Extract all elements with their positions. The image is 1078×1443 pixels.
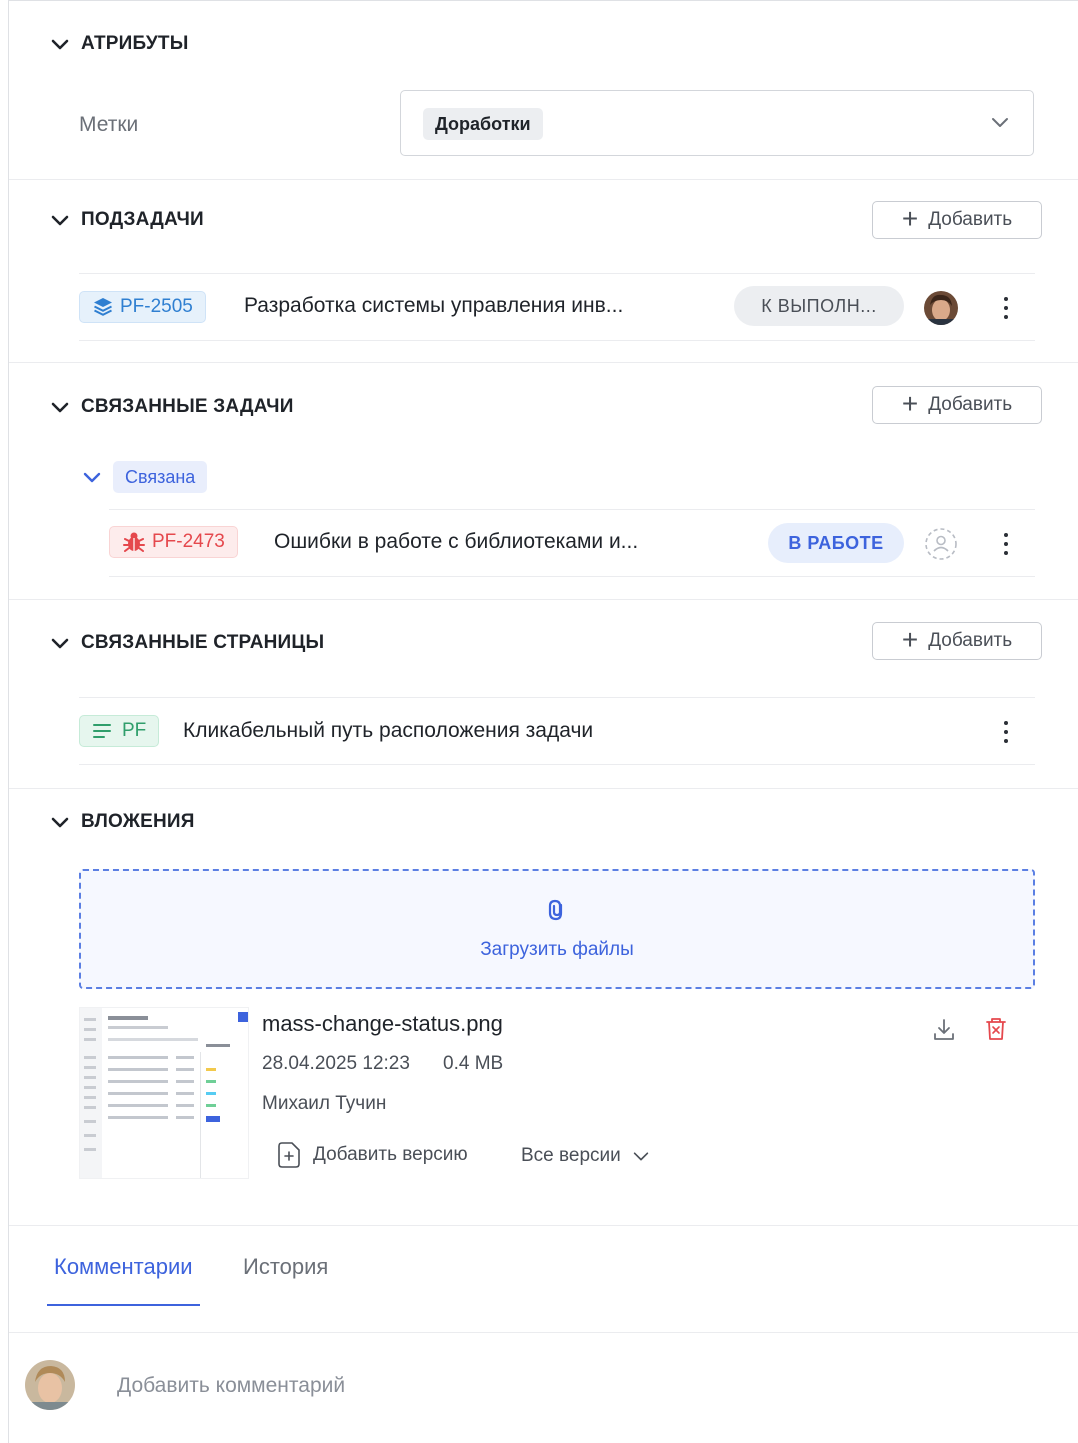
chevron-down-icon (83, 472, 101, 483)
status-badge[interactable]: В РАБОТЕ (768, 523, 904, 563)
add-button-label: Добавить (928, 394, 1013, 415)
linked-tasks-section: СВЯЗАННЫЕ ЗАДАЧИ + Добавить Связана PF-2… (9, 363, 1078, 600)
subtasks-section: ПОДЗАДАЧИ + Добавить PF-2505 Разработка … (9, 180, 1078, 363)
linked-page-row[interactable]: PF Кликабельный путь расположения задачи (79, 697, 1035, 765)
linked-tasks-header[interactable]: СВЯЗАННЫЕ ЗАДАЧИ (49, 396, 294, 418)
add-linked-page-button[interactable]: + Добавить (872, 622, 1042, 660)
add-button-label: Добавить (928, 209, 1013, 230)
layers-icon (94, 298, 112, 316)
attributes-section: АТРИБУТЫ Метки Доработки (9, 1, 1078, 180)
link-type-badge: Связана (113, 461, 208, 493)
linked-page-title[interactable]: Кликабельный путь расположения задачи (183, 719, 593, 743)
subtask-row[interactable]: PF-2505 Разработка системы управления ин… (79, 273, 1035, 341)
attachments-section: ВЛОЖЕНИЯ Загрузить файлы mass-change-sta… (9, 789, 1078, 1226)
file-plus-icon (278, 1142, 300, 1168)
file-thumbnail[interactable] (79, 1007, 249, 1179)
current-user-avatar (25, 1360, 75, 1410)
subtask-title[interactable]: Разработка системы управления инв... (244, 294, 623, 318)
add-button-label: Добавить (928, 630, 1013, 651)
chevron-down-icon (51, 638, 69, 649)
subtasks-header[interactable]: ПОДЗАДАЧИ (49, 209, 204, 231)
activity-tabs: Комментарии История (9, 1226, 1078, 1333)
section-title: ПОДЗАДАЧИ (81, 209, 204, 230)
all-versions-dropdown[interactable]: Все версии (521, 1145, 651, 1167)
unassigned-user-icon[interactable] (924, 527, 958, 561)
labels-field-label: Метки (79, 113, 139, 136)
file-date: 28.04.2025 12:23 (262, 1053, 410, 1074)
add-subtask-button[interactable]: + Добавить (872, 201, 1042, 239)
link-group-header[interactable]: Связана (81, 461, 208, 493)
linked-pages-section: СВЯЗАННЫЕ СТРАНИЦЫ + Добавить PF Кликабе… (9, 600, 1078, 789)
subtask-key: PF-2505 (120, 296, 193, 317)
file-name[interactable]: mass-change-status.png (262, 1011, 503, 1037)
subtask-key-badge[interactable]: PF-2505 (79, 291, 206, 323)
linked-pages-header[interactable]: СВЯЗАННЫЕ СТРАНИЦЫ (49, 632, 324, 654)
linked-page-key: PF (122, 720, 147, 741)
section-title: АТРИБУТЫ (81, 33, 189, 54)
upload-label: Загрузить файлы (480, 939, 634, 960)
comment-composer: Добавить комментарий (9, 1333, 1078, 1433)
chevron-down-icon (51, 39, 69, 50)
chevron-down-icon[interactable] (989, 111, 1011, 133)
add-version-button[interactable]: Добавить версию (274, 1140, 468, 1170)
tab-label: История (243, 1254, 329, 1279)
comment-input[interactable]: Добавить комментарий (117, 1374, 345, 1398)
chevron-down-icon (51, 817, 69, 828)
assignee-avatar[interactable] (924, 291, 958, 325)
tab-history[interactable]: История (243, 1252, 328, 1306)
trash-icon[interactable] (983, 1015, 1009, 1043)
add-version-label: Добавить версию (313, 1144, 468, 1165)
more-icon[interactable] (1003, 721, 1009, 743)
paperclip-icon (548, 899, 563, 921)
more-icon[interactable] (1003, 533, 1009, 555)
section-title: СВЯЗАННЫЕ СТРАНИЦЫ (81, 632, 325, 653)
chevron-down-icon (633, 1152, 648, 1161)
all-versions-label: Все версии (521, 1145, 621, 1166)
file-size: 0.4 MB (443, 1053, 504, 1074)
plus-icon: + (901, 623, 919, 655)
add-linked-task-button[interactable]: + Добавить (872, 386, 1042, 424)
page-key-badge[interactable]: PF (79, 715, 160, 747)
label-tag[interactable]: Доработки (423, 108, 543, 140)
tab-label: Комментарии (54, 1254, 193, 1279)
chevron-down-icon (51, 215, 69, 226)
plus-icon: + (901, 387, 919, 419)
chevron-down-icon (51, 402, 69, 413)
labels-select[interactable]: Доработки (400, 90, 1034, 156)
upload-dropzone[interactable]: Загрузить файлы (79, 869, 1035, 989)
attachments-header[interactable]: ВЛОЖЕНИЯ (49, 811, 195, 833)
issue-details-panel: АТРИБУТЫ Метки Доработки ПОДЗАДАЧИ + Доб… (8, 0, 1078, 1443)
bug-icon (123, 532, 145, 552)
download-icon[interactable] (931, 1017, 957, 1043)
page-lines-icon (93, 724, 111, 738)
linked-task-row[interactable]: PF-2473 Ошибки в работе с библиотеками и… (109, 509, 1035, 577)
linked-task-title[interactable]: Ошибки в работе с библиотеками и... (274, 530, 638, 554)
section-title: СВЯЗАННЫЕ ЗАДАЧИ (81, 396, 294, 417)
attachment-item: mass-change-status.png 28.04.2025 12:23 … (79, 1007, 1035, 1183)
tab-comments[interactable]: Комментарии (47, 1252, 200, 1306)
plus-icon: + (901, 202, 919, 234)
more-icon[interactable] (1003, 297, 1009, 319)
file-author: Михаил Тучин (262, 1093, 387, 1114)
linked-task-key: PF-2473 (152, 531, 225, 552)
bug-key-badge[interactable]: PF-2473 (109, 526, 238, 558)
status-badge[interactable]: К ВЫПОЛН... (734, 286, 904, 326)
attributes-header[interactable]: АТРИБУТЫ (49, 33, 189, 55)
section-title: ВЛОЖЕНИЯ (81, 811, 195, 832)
